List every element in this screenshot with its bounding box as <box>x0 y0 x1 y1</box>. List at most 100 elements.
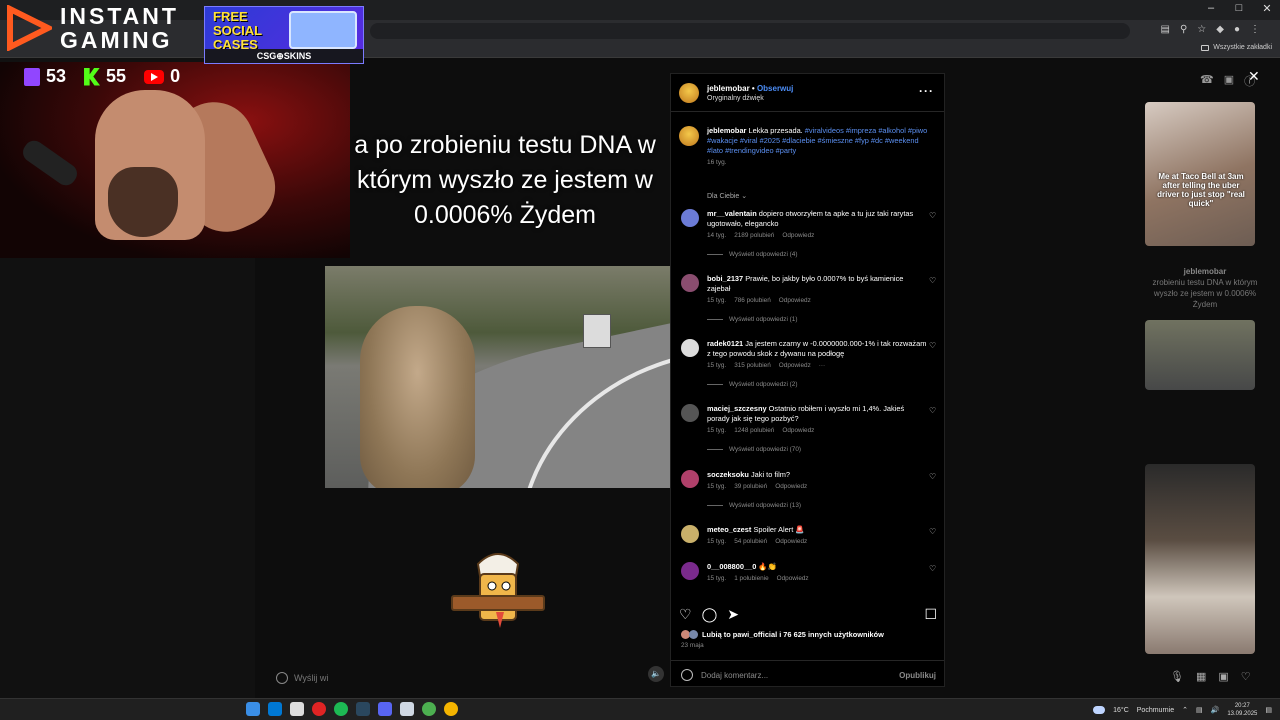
spotify-icon[interactable] <box>334 702 348 716</box>
view-replies[interactable]: Wyświetl odpowiedzi (13) <box>707 502 801 509</box>
view-replies[interactable]: Wyświetl odpowiedzi (2) <box>707 381 798 388</box>
app-icon[interactable] <box>422 702 436 716</box>
reel-thumb[interactable] <box>1145 320 1255 390</box>
comment-likes[interactable]: 1 polubienie <box>734 575 768 582</box>
view-replies[interactable]: Wyświetl odpowiedzi (1) <box>707 316 798 323</box>
comment-more-icon[interactable]: ··· <box>819 362 825 369</box>
notification-icon[interactable]: ▤ <box>1265 706 1272 714</box>
commenter-username[interactable]: bobi_2137 <box>707 274 743 283</box>
reply-input[interactable]: Wyślij wi <box>276 672 328 684</box>
comment-likes[interactable]: 786 polubień <box>734 297 771 304</box>
reply-link[interactable]: Odpowiedz <box>775 483 807 490</box>
menu-icon[interactable]: ⋮ <box>1250 24 1260 35</box>
reel-thumb[interactable] <box>1145 464 1255 654</box>
close-icon[interactable]: ✕ <box>1248 68 1260 85</box>
clock[interactable]: 20:27 13.09.2025 <box>1227 702 1257 718</box>
heart-icon[interactable]: ♡ <box>929 527 936 536</box>
caption-avatar[interactable] <box>679 126 699 146</box>
recorder-icon[interactable] <box>312 702 326 716</box>
network-icon[interactable]: ▤ <box>1196 706 1203 714</box>
heart-icon[interactable]: ♡ <box>929 406 936 415</box>
close-window-icon[interactable]: ✕ <box>1260 2 1274 15</box>
temperature[interactable]: 16°C <box>1113 707 1129 714</box>
follow-button[interactable]: Obserwuj <box>757 84 793 93</box>
audio-label[interactable]: Oryginalny dźwięk <box>707 95 764 102</box>
commenter-username[interactable]: soczeksoku <box>707 470 749 479</box>
heart-icon[interactable]: ♡ <box>929 211 936 220</box>
commenter-avatar[interactable] <box>681 404 699 422</box>
author-avatar[interactable] <box>679 83 699 103</box>
file-explorer-icon[interactable] <box>246 702 260 716</box>
maximize-icon[interactable]: □ <box>1232 2 1246 15</box>
volume-icon[interactable]: 🔊 <box>1211 706 1220 714</box>
extensions-icon[interactable]: ◆ <box>1216 24 1224 35</box>
commenter-avatar[interactable] <box>681 209 699 227</box>
discord-icon[interactable] <box>378 702 392 716</box>
bookmark-icon[interactable]: ☐ <box>924 606 937 623</box>
commenter-username[interactable]: radek0121 <box>707 339 743 348</box>
like-icon[interactable]: ♡ <box>679 606 692 624</box>
document-icon[interactable] <box>400 702 414 716</box>
likes-summary[interactable]: Lubią to pawi_official i 76 625 innych u… <box>681 630 884 639</box>
comment-likes[interactable]: 1248 polubień <box>734 427 774 434</box>
notepad-icon[interactable] <box>290 702 304 716</box>
zoom-icon[interactable]: ⚲ <box>1180 24 1187 35</box>
comment-icon[interactable]: ◯ <box>702 606 718 624</box>
commenter-avatar[interactable] <box>681 562 699 580</box>
emoji-icon[interactable] <box>276 672 288 684</box>
all-bookmarks[interactable]: Wszystkie zakładki <box>1201 44 1272 51</box>
sort-dropdown[interactable]: Dla Ciebie ⌄ <box>707 192 747 200</box>
comment-likes[interactable]: 315 polubień <box>734 362 771 369</box>
image-icon[interactable]: ▦ <box>1196 670 1206 683</box>
reply-link[interactable]: Odpowiedz <box>782 232 814 239</box>
truck <box>583 314 611 348</box>
address-bar[interactable] <box>370 23 1130 39</box>
steam-icon[interactable] <box>356 702 370 716</box>
phone-icon[interactable]: ☎ <box>1200 73 1214 89</box>
video-call-icon[interactable]: ▣ <box>1224 73 1234 89</box>
commenter-username[interactable]: meteo_czest <box>707 525 751 534</box>
reel-video[interactable] <box>325 266 670 488</box>
heart-icon[interactable]: ♡ <box>929 276 936 285</box>
heart-icon[interactable]: ♡ <box>929 472 936 481</box>
commenter-avatar[interactable] <box>681 274 699 292</box>
commenter-avatar[interactable] <box>681 470 699 488</box>
minimize-icon[interactable]: – <box>1204 2 1218 15</box>
comment-likes[interactable]: 39 polubień <box>734 483 767 490</box>
commenter-avatar[interactable] <box>681 525 699 543</box>
cast-icon[interactable]: ▤ <box>1161 24 1170 35</box>
star-icon[interactable]: ☆ <box>1197 24 1206 35</box>
share-icon[interactable]: ➤ <box>727 606 739 624</box>
commenter-username[interactable]: mr__valentain <box>707 209 757 218</box>
heart-icon[interactable]: ♡ <box>929 341 936 350</box>
comment-likes[interactable]: 54 polubień <box>734 538 767 545</box>
chrome-icon[interactable] <box>444 702 458 716</box>
profile-icon[interactable]: ● <box>1234 24 1240 35</box>
mute-icon[interactable]: 🔈 <box>648 666 664 682</box>
commenter-username[interactable]: 0__008800__0 <box>707 562 756 571</box>
weather-label[interactable]: Pochmurnie <box>1137 707 1174 714</box>
view-replies[interactable]: Wyświetl odpowiedzi (4) <box>707 251 798 258</box>
reply-link[interactable]: Odpowiedz <box>775 538 807 545</box>
next-reel-thumb[interactable]: Me at Taco Bell at 3am after telling the… <box>1145 102 1255 246</box>
comment-likes[interactable]: 2189 polubień <box>734 232 774 239</box>
heart-icon[interactable]: ♡ <box>929 564 936 573</box>
comment-input[interactable]: Dodaj komentarz... <box>701 671 768 680</box>
reply-link[interactable]: Odpowiedz <box>779 297 811 304</box>
more-options-icon[interactable]: ··· <box>919 84 934 98</box>
outlook-icon[interactable] <box>268 702 282 716</box>
commenter-avatar[interactable] <box>681 339 699 357</box>
reply-link[interactable]: Odpowiedz <box>779 362 811 369</box>
mic-icon[interactable]: 🎙 <box>1170 670 1184 683</box>
reply-link[interactable]: Odpowiedz <box>782 427 814 434</box>
commenter-username[interactable]: maciej_szczesny <box>707 404 767 413</box>
publish-button[interactable]: Opublikuj <box>899 671 936 680</box>
emoji-icon[interactable] <box>681 669 693 681</box>
view-replies[interactable]: Wyświetl odpowiedzi (70) <box>707 446 801 453</box>
chevron-up-icon[interactable]: ⌃ <box>1182 706 1188 714</box>
caption-username[interactable]: jeblemobar <box>707 126 746 135</box>
heart-icon[interactable]: ♡ <box>1241 670 1251 683</box>
author-username[interactable]: jeblemobar <box>707 84 750 93</box>
reply-link[interactable]: Odpowiedz <box>777 575 809 582</box>
sticker-icon[interactable]: ▣ <box>1218 670 1228 683</box>
